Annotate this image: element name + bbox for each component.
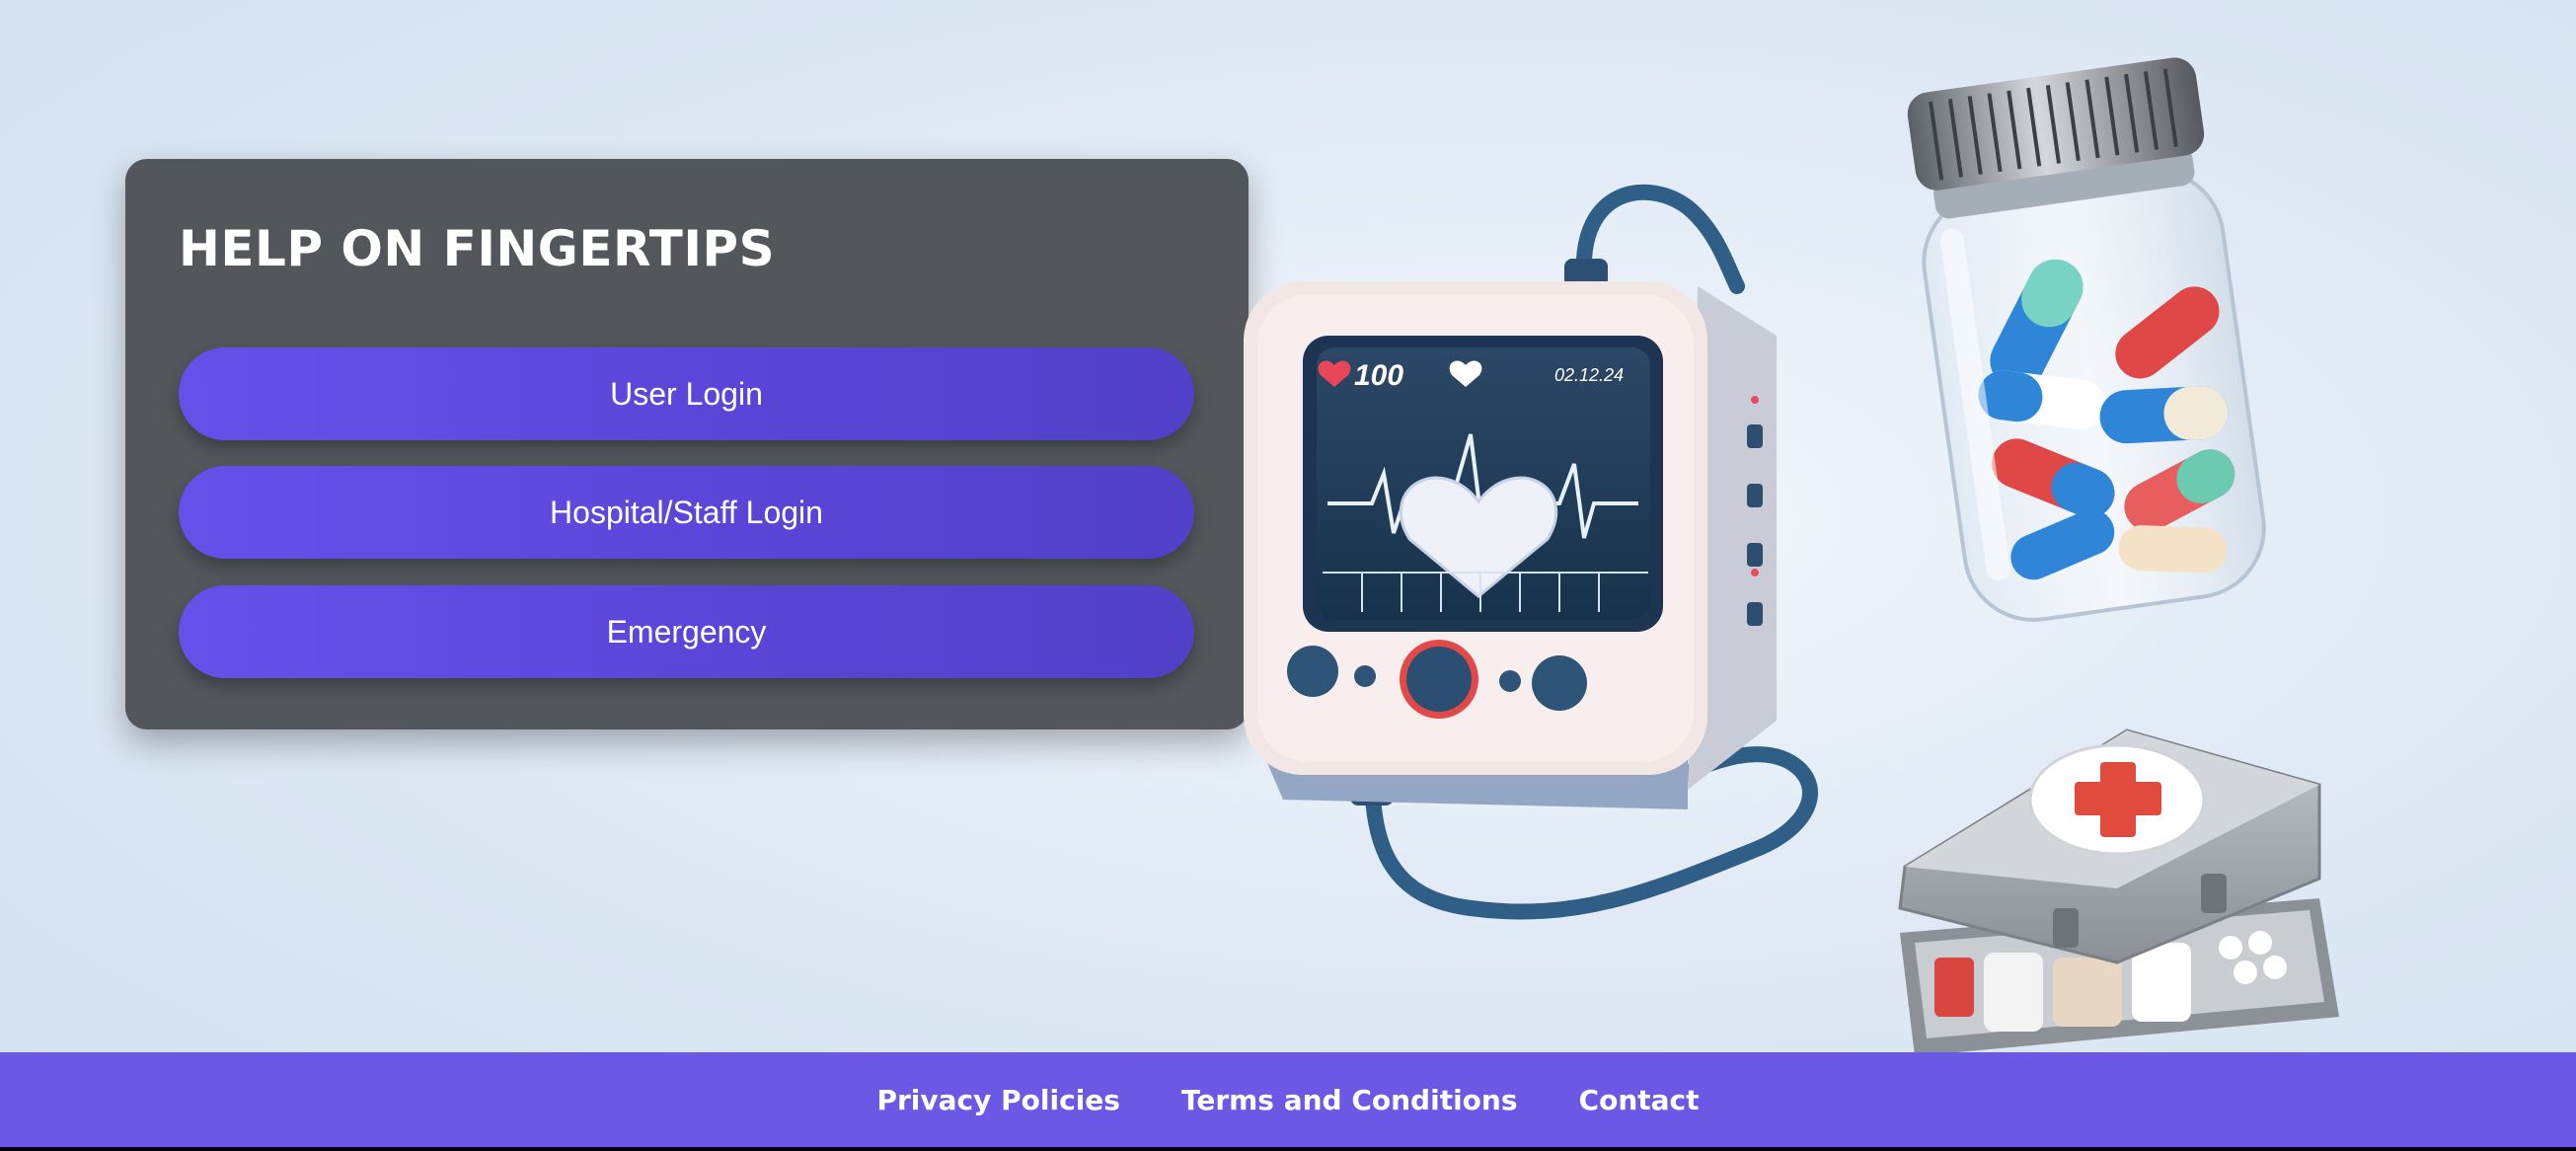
contact-link[interactable]: Contact — [1579, 1084, 1700, 1116]
pill-bottle-icon — [1907, 57, 2266, 622]
privacy-policies-link[interactable]: Privacy Policies — [876, 1084, 1119, 1116]
footer: Privacy Policies Terms and Conditions Co… — [0, 1052, 2576, 1147]
login-card: HELP ON FINGERTIPS User Login Hospital/S… — [125, 159, 1249, 729]
bottom-edge — [0, 1147, 2576, 1151]
terms-and-conditions-link[interactable]: Terms and Conditions — [1181, 1084, 1518, 1116]
emergency-button[interactable]: Emergency — [179, 585, 1194, 678]
staff-login-button[interactable]: Hospital/Staff Login — [179, 466, 1194, 559]
monitor-heart-rate: 100 — [1354, 359, 1403, 392]
monitor-date: 02.12.24 — [1554, 365, 1624, 385]
user-login-button[interactable]: User Login — [179, 347, 1194, 440]
first-aid-kit-icon — [1898, 729, 2339, 1056]
card-title: HELP ON FINGERTIPS — [179, 220, 776, 277]
medical-illustration: 100 02.12.24 — [1244, 57, 2339, 1056]
heart-monitor-icon: 100 02.12.24 — [1244, 184, 1818, 920]
